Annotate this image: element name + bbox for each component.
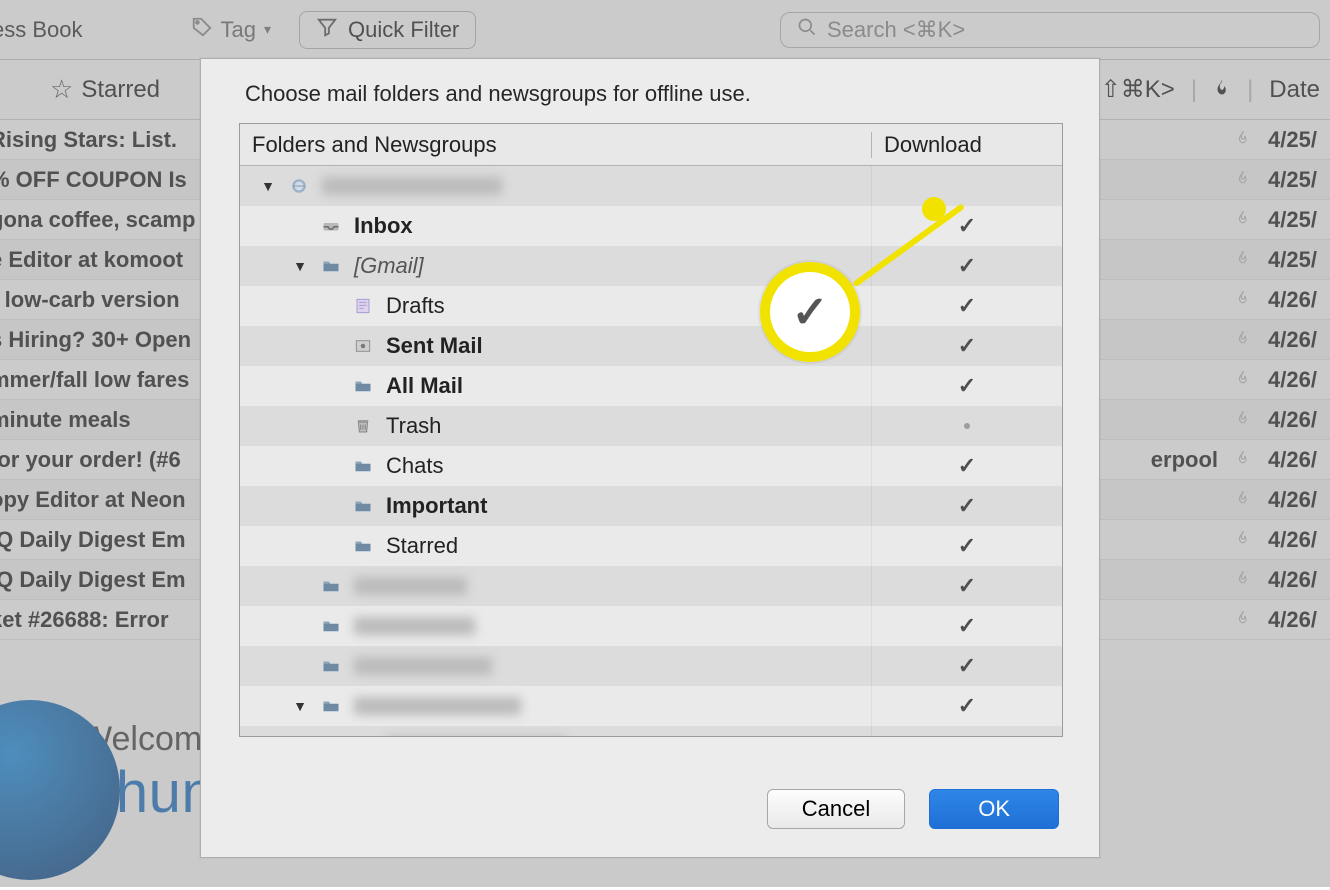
folder-label — [354, 617, 475, 635]
checkmark-icon: ✓ — [958, 373, 976, 399]
download-toggle[interactable]: ✓ — [872, 733, 1062, 736]
cancel-button[interactable]: Cancel — [767, 789, 905, 829]
folder-label: Drafts — [386, 293, 445, 319]
folder-icon — [318, 615, 344, 637]
folder-label: Chats — [386, 453, 443, 479]
checkmark-icon: ✓ — [792, 287, 829, 338]
download-toggle[interactable]: ✓ — [872, 573, 1062, 599]
folder-row[interactable]: Chats ✓ — [240, 446, 1062, 486]
folder-icon — [350, 535, 376, 557]
header-download[interactable]: Download — [872, 132, 1062, 158]
folder-row[interactable]: Drafts ✓ — [240, 286, 1062, 326]
download-toggle[interactable]: ✓ — [872, 213, 1062, 239]
download-toggle[interactable]: ✓ — [872, 293, 1062, 319]
checkmark-icon: ✓ — [958, 533, 976, 559]
folder-label — [322, 177, 502, 195]
checkmark-icon: ✓ — [958, 293, 976, 319]
download-toggle[interactable]: ✓ — [872, 493, 1062, 519]
checkmark-icon: ✓ — [958, 453, 976, 479]
dialog-instruction: Choose mail folders and newsgroups for o… — [201, 59, 1099, 121]
ok-button[interactable]: OK — [929, 789, 1059, 829]
folder-label: Sent Mail — [386, 333, 483, 359]
checkmark-icon: ✓ — [958, 733, 976, 736]
folder-label — [354, 697, 521, 715]
dot-icon — [964, 423, 970, 429]
folder-label: Starred — [386, 533, 458, 559]
account-icon — [286, 175, 312, 197]
folder-row[interactable]: Sent Mail ✓ — [240, 326, 1062, 366]
checkmark-icon: ✓ — [958, 333, 976, 359]
checkmark-icon: ✓ — [958, 493, 976, 519]
checkmark-icon: ✓ — [958, 613, 976, 639]
folder-label — [354, 577, 467, 595]
folder-row[interactable]: ✓ — [240, 566, 1062, 606]
folder-row[interactable]: ▼ ✓ — [240, 686, 1062, 726]
download-toggle[interactable]: ✓ — [872, 253, 1062, 279]
download-toggle[interactable]: ✓ — [872, 453, 1062, 479]
checkmark-icon: ✓ — [958, 693, 976, 719]
download-toggle[interactable]: ✓ — [872, 333, 1062, 359]
header-folders[interactable]: Folders and Newsgroups — [240, 132, 872, 158]
download-toggle[interactable]: ✓ — [872, 373, 1062, 399]
folder-row[interactable]: ✓ — [240, 606, 1062, 646]
folder-label: All Mail — [386, 373, 463, 399]
sent-icon — [350, 335, 376, 357]
checkmark-icon: ✓ — [958, 213, 976, 239]
folder-icon — [350, 455, 376, 477]
inbox-icon — [318, 215, 344, 237]
folder-icon — [350, 495, 376, 517]
folder-row[interactable]: Starred ✓ — [240, 526, 1062, 566]
offline-folders-dialog: Choose mail folders and newsgroups for o… — [200, 58, 1100, 858]
tree-header: Folders and Newsgroups Download — [240, 124, 1062, 166]
disclosure-triangle-icon[interactable]: ▼ — [292, 698, 308, 714]
folder-row[interactable]: Important ✓ — [240, 486, 1062, 526]
folder-row[interactable]: ✓ — [240, 726, 1062, 736]
folder-label: [Gmail] — [354, 253, 424, 279]
folder-icon — [318, 255, 344, 277]
drafts-icon — [350, 295, 376, 317]
folder-label: Trash — [386, 413, 441, 439]
folder-row[interactable]: ✓ — [240, 646, 1062, 686]
annotation-highlight-circle: ✓ — [760, 262, 860, 362]
download-toggle[interactable]: ✓ — [872, 613, 1062, 639]
disclosure-triangle-icon[interactable]: ▼ — [260, 178, 276, 194]
download-toggle[interactable]: ✓ — [872, 653, 1062, 679]
download-toggle[interactable]: ✓ — [872, 693, 1062, 719]
folder-icon — [318, 575, 344, 597]
folder-icon — [350, 375, 376, 397]
folder-icon — [350, 735, 376, 736]
folder-label: Inbox — [354, 213, 413, 239]
checkmark-icon: ✓ — [958, 253, 976, 279]
download-toggle[interactable] — [872, 423, 1062, 429]
checkmark-icon: ✓ — [958, 653, 976, 679]
folder-row[interactable]: All Mail ✓ — [240, 366, 1062, 406]
checkmark-icon: ✓ — [958, 573, 976, 599]
folder-row[interactable]: ▼ [Gmail] ✓ — [240, 246, 1062, 286]
folder-row[interactable]: Trash — [240, 406, 1062, 446]
trash-icon — [350, 415, 376, 437]
download-toggle[interactable]: ✓ — [872, 533, 1062, 559]
folder-icon — [318, 695, 344, 717]
folder-icon — [318, 655, 344, 677]
folder-label: Important — [386, 493, 487, 519]
disclosure-triangle-icon[interactable]: ▼ — [292, 258, 308, 274]
folder-label — [354, 657, 492, 675]
